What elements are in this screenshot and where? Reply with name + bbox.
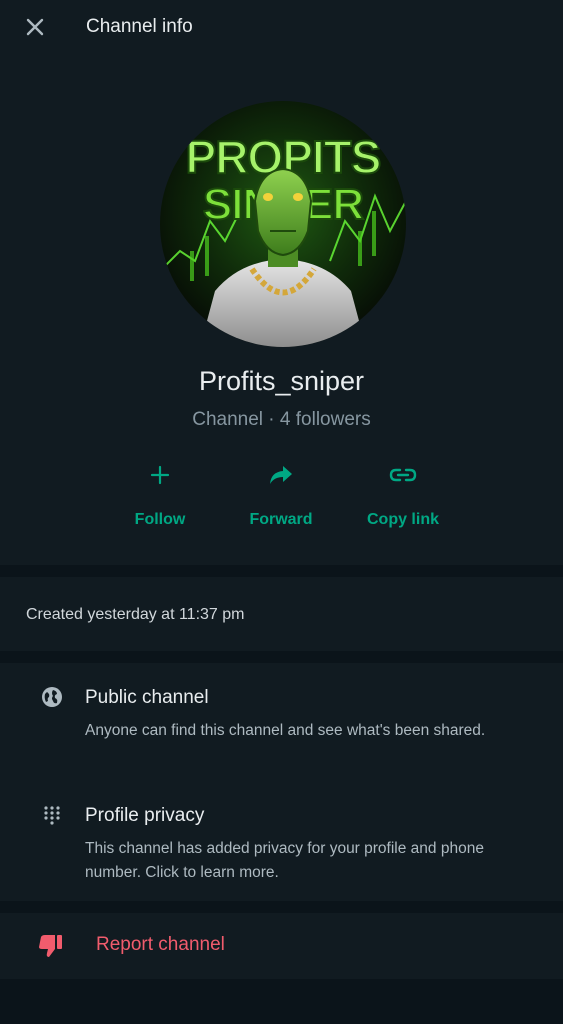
- profile-section: PROPITS SINKER Profits_sniper Channel · …: [0, 54, 563, 565]
- report-channel-button[interactable]: Report channel: [0, 913, 563, 979]
- follow-label: Follow: [134, 511, 186, 528]
- public-channel-description: Anyone can find this channel and see wha…: [85, 722, 486, 739]
- avatar[interactable]: PROPITS SINKER: [160, 101, 406, 347]
- thumbs-down-icon: [39, 935, 62, 957]
- follow-button[interactable]: Follow: [100, 459, 220, 539]
- forward-button[interactable]: Forward: [221, 459, 341, 539]
- link-icon: [389, 468, 417, 482]
- created-section: Created yesterday at 11:37 pm: [0, 577, 563, 651]
- plus-icon: [150, 465, 170, 485]
- created-timestamp: Created yesterday at 11:37 pm: [26, 606, 245, 623]
- globe-icon: [42, 687, 62, 707]
- copy-link-button[interactable]: Copy link: [343, 459, 463, 539]
- channel-meta: Channel · 4 followers: [192, 409, 371, 430]
- close-icon: [26, 18, 44, 36]
- profile-privacy-description: This channel has added privacy for your …: [85, 840, 484, 881]
- close-button[interactable]: [22, 14, 48, 40]
- forward-label: Forward: [249, 511, 313, 528]
- forward-arrow-icon: [270, 466, 292, 484]
- public-channel-title: Public channel: [85, 687, 209, 708]
- copy-link-label: Copy link: [366, 511, 439, 528]
- channel-name: Profits_sniper: [198, 366, 365, 396]
- dotted-grid-icon: [44, 806, 60, 825]
- profile-privacy-title: Profile privacy: [85, 805, 205, 826]
- info-section: Public channel Anyone can find this chan…: [0, 663, 563, 901]
- header: Channel info: [0, 0, 563, 54]
- page-title: Channel info: [86, 16, 193, 37]
- report-channel-label: Report channel: [96, 934, 225, 955]
- profile-privacy-item[interactable]: Profile privacy This channel has added p…: [0, 801, 563, 891]
- public-channel-item: Public channel Anyone can find this chan…: [0, 683, 563, 773]
